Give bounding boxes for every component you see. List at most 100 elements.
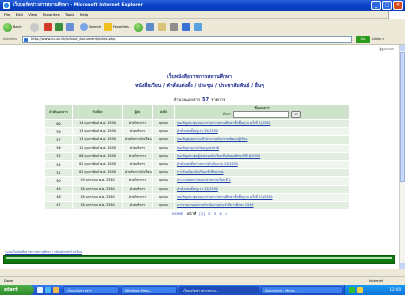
table-header-row: ลำดับเอกสาร วันที่ส่ง ผู้ส่ง ส่งถึง ชื่อ… [44, 104, 350, 120]
table-row: 55 06 กุมภาพันธ์ พ.ศ. 2550 ฝ่ายวิชาการ ทุกค… [44, 151, 350, 161]
print-button[interactable] [170, 22, 178, 32]
stop-button[interactable] [44, 22, 52, 32]
document-link[interactable]: คำสั่งแต่งตั้งครูเวร 23/2550 [174, 184, 350, 194]
table-row: 60 14 กุมภาพันธ์ พ.ศ. 2550 ฝ่ายวิชาการ ทุกค… [44, 118, 350, 129]
table-row: 57 13 กุมภาพันธ์ พ.ศ. 2550 ฝ่ายกิจการนักเร… [44, 135, 350, 145]
clock[interactable]: 12:00 [389, 285, 401, 295]
taskbar: start เว็บบอร์ดข่าวสาร Windows Mess... เ… [0, 285, 405, 295]
tray-volume-icon[interactable] [357, 287, 363, 293]
system-tray: 12:00 [344, 285, 405, 295]
document-link[interactable]: คำสั่งแต่งตั้งครูเวร 25/2550 [174, 127, 350, 137]
forward-button[interactable] [30, 22, 39, 32]
title-bar: เว็บบอร์ดข่าวสารสถานศึกษา - Microsoft In… [0, 0, 405, 11]
minimize-button[interactable]: _ [371, 1, 381, 10]
page-link-1[interactable]: [1] [199, 211, 204, 216]
menu-view[interactable]: View [28, 11, 37, 18]
maximize-button[interactable]: □ [382, 1, 392, 10]
search-icon [80, 23, 88, 31]
forward-arrow-icon [30, 22, 39, 32]
back-button[interactable]: Back [3, 22, 22, 32]
page-title: เว็บหนังสือราชการสถานศึกษา [167, 74, 232, 80]
quicklaunch-folder-icon[interactable] [53, 287, 59, 293]
menu-bar: File Edit View Favorites Tools Help [0, 11, 405, 19]
document-count-value: 57 [202, 97, 210, 103]
scroll-thumb[interactable] [400, 52, 405, 182]
search-form: ค้นหา GO [175, 111, 349, 118]
stop-icon [44, 23, 52, 31]
address-bar: Address http://www.nc.ac.th/school_docum… [0, 35, 405, 45]
document-link[interactable]: ขอเชิญประชุมคณะกรรมการสถานศึกษาขั้นพื้นฐ… [174, 118, 350, 129]
quicklaunch-ie-icon[interactable] [45, 287, 51, 293]
footer-bar [3, 255, 395, 264]
taskbar-item-3[interactable]: เว็บบอร์ดข่าวสารสถาน... [179, 286, 259, 294]
documents-table: ลำดับเอกสาร วันที่ส่ง ผู้ส่ง ส่งถึง ชื่อ… [44, 104, 350, 211]
column-header-dept: ส่งถึง [152, 104, 175, 120]
taskbar-item-1[interactable]: เว็บบอร์ดข่าวสาร [63, 286, 119, 294]
menu-favorites[interactable]: Favorites [43, 11, 60, 18]
refresh-icon [55, 23, 63, 31]
taskbar-item-4[interactable]: Document - Micro... [261, 286, 343, 294]
home-link[interactable]: HOME [172, 211, 184, 216]
document-link[interactable]: ขอเชิญส่งผลงานเข้าประกวดกิจกรรมพัฒนาผู้เ… [174, 135, 350, 145]
media-icon [134, 22, 143, 32]
mail-icon [158, 23, 166, 31]
page-link-4[interactable]: 4 [219, 211, 221, 216]
status-text: Done [4, 279, 14, 283]
star-icon [104, 23, 112, 31]
search-button[interactable]: Search [80, 22, 101, 32]
back-arrow-icon [3, 22, 12, 32]
media-button[interactable] [134, 22, 143, 32]
favorites-button[interactable]: Favorites [104, 22, 129, 32]
page-link-2[interactable]: 2 [208, 211, 210, 216]
home-button[interactable] [66, 22, 74, 32]
scroll-down-icon[interactable] [400, 263, 405, 269]
history-button[interactable] [146, 22, 154, 32]
page-link-3[interactable]: 3 [214, 211, 216, 216]
menu-help[interactable]: Help [80, 11, 89, 18]
taskbar-item-2[interactable]: Windows Mess... [121, 286, 177, 294]
mail-button[interactable] [158, 22, 166, 32]
ie-logo-icon [3, 2, 10, 9]
document-link[interactable]: ขอเชิญประชุมผู้ปกครองนักเรียนชั้นมัธยมศึ… [174, 151, 350, 161]
refresh-button[interactable] [55, 22, 63, 32]
search-input[interactable] [233, 111, 290, 118]
next-page-link[interactable]: » [225, 211, 227, 216]
close-button[interactable]: ✕ [393, 1, 403, 10]
column-header-date: วันที่ส่ง [72, 104, 123, 120]
document-link[interactable]: ขอเชิญประชุมคณะกรรมการสถานศึกษาขั้นพื้นฐ… [174, 192, 350, 202]
window-title: เว็บบอร์ดข่าวสารสถานศึกษา - Microsoft In… [13, 3, 143, 8]
messenger-icon [194, 23, 202, 31]
quicklaunch-desktop-icon[interactable] [37, 287, 43, 293]
search-submit-button[interactable]: GO [291, 111, 302, 118]
home-icon [66, 23, 74, 31]
table-row: 49 18 มกราคม พ.ศ. 2550 ฝ่ายบริหาร ทุกคน คำสั… [44, 184, 350, 194]
document-link[interactable]: คำสั่งแต่งตั้งกรรมการดำเนินงาน 24/2550 [174, 159, 350, 170]
document-count: จำนวนเอกสาร 57 รายการ [173, 97, 226, 103]
document-link[interactable]: การรับสมัครนักเรียนเข้าศึกษาต่อ [174, 168, 350, 178]
table-row: 56 12 กุมภาพันธ์ พ.ศ. 2550 ฝ่ายบริหาร ทุกคน… [44, 143, 350, 153]
menu-file[interactable]: File [4, 11, 10, 18]
tray-network-icon[interactable] [349, 287, 355, 293]
page-subtitle: หนังสือเวียน / คำสั่งแต่งตั้ง / ประชุม /… [135, 83, 264, 89]
document-link[interactable]: ประกาศผลการสอบปลายภาคเรียนที่ 2 [174, 176, 350, 186]
print-icon [170, 23, 178, 31]
document-link[interactable]: ขอเชิญร่วมงานวันครูแห่งชาติ [174, 143, 350, 153]
table-row: 51 02 กุมภาพันธ์ พ.ศ. 2550 ฝ่ายกิจการนักเร… [44, 168, 350, 178]
table-row: 50 19 มกราคม พ.ศ. 2550 ฝ่ายวิชาการ ทุกคน ประ… [44, 176, 350, 186]
links-button[interactable]: Links » [372, 37, 384, 41]
scroll-up-icon[interactable] [400, 45, 405, 51]
edit-icon [182, 23, 190, 31]
messenger-button[interactable] [194, 22, 202, 32]
go-button[interactable]: Go [356, 36, 370, 43]
edit-button[interactable] [182, 22, 190, 32]
menu-tools[interactable]: Tools [65, 11, 74, 18]
document-link[interactable]: การรายงานผลการดำเนินงานประจำปีการศึกษา 2… [174, 200, 350, 211]
table-row: 59 13 กุมภาพันธ์ พ.ศ. 2550 ฝ่ายบริหาร ทุกคน… [44, 127, 350, 137]
address-input[interactable]: http://www.nc.ac.th/school_document/inde… [22, 36, 352, 43]
address-label: Address [3, 37, 17, 41]
column-header-no: ลำดับเอกสาร [44, 104, 73, 120]
menu-edit[interactable]: Edit [16, 11, 23, 18]
start-button[interactable]: start [0, 285, 34, 295]
login-link[interactable]: ผู้ดูแลระบบ [379, 47, 394, 52]
vertical-scrollbar[interactable] [399, 45, 405, 269]
